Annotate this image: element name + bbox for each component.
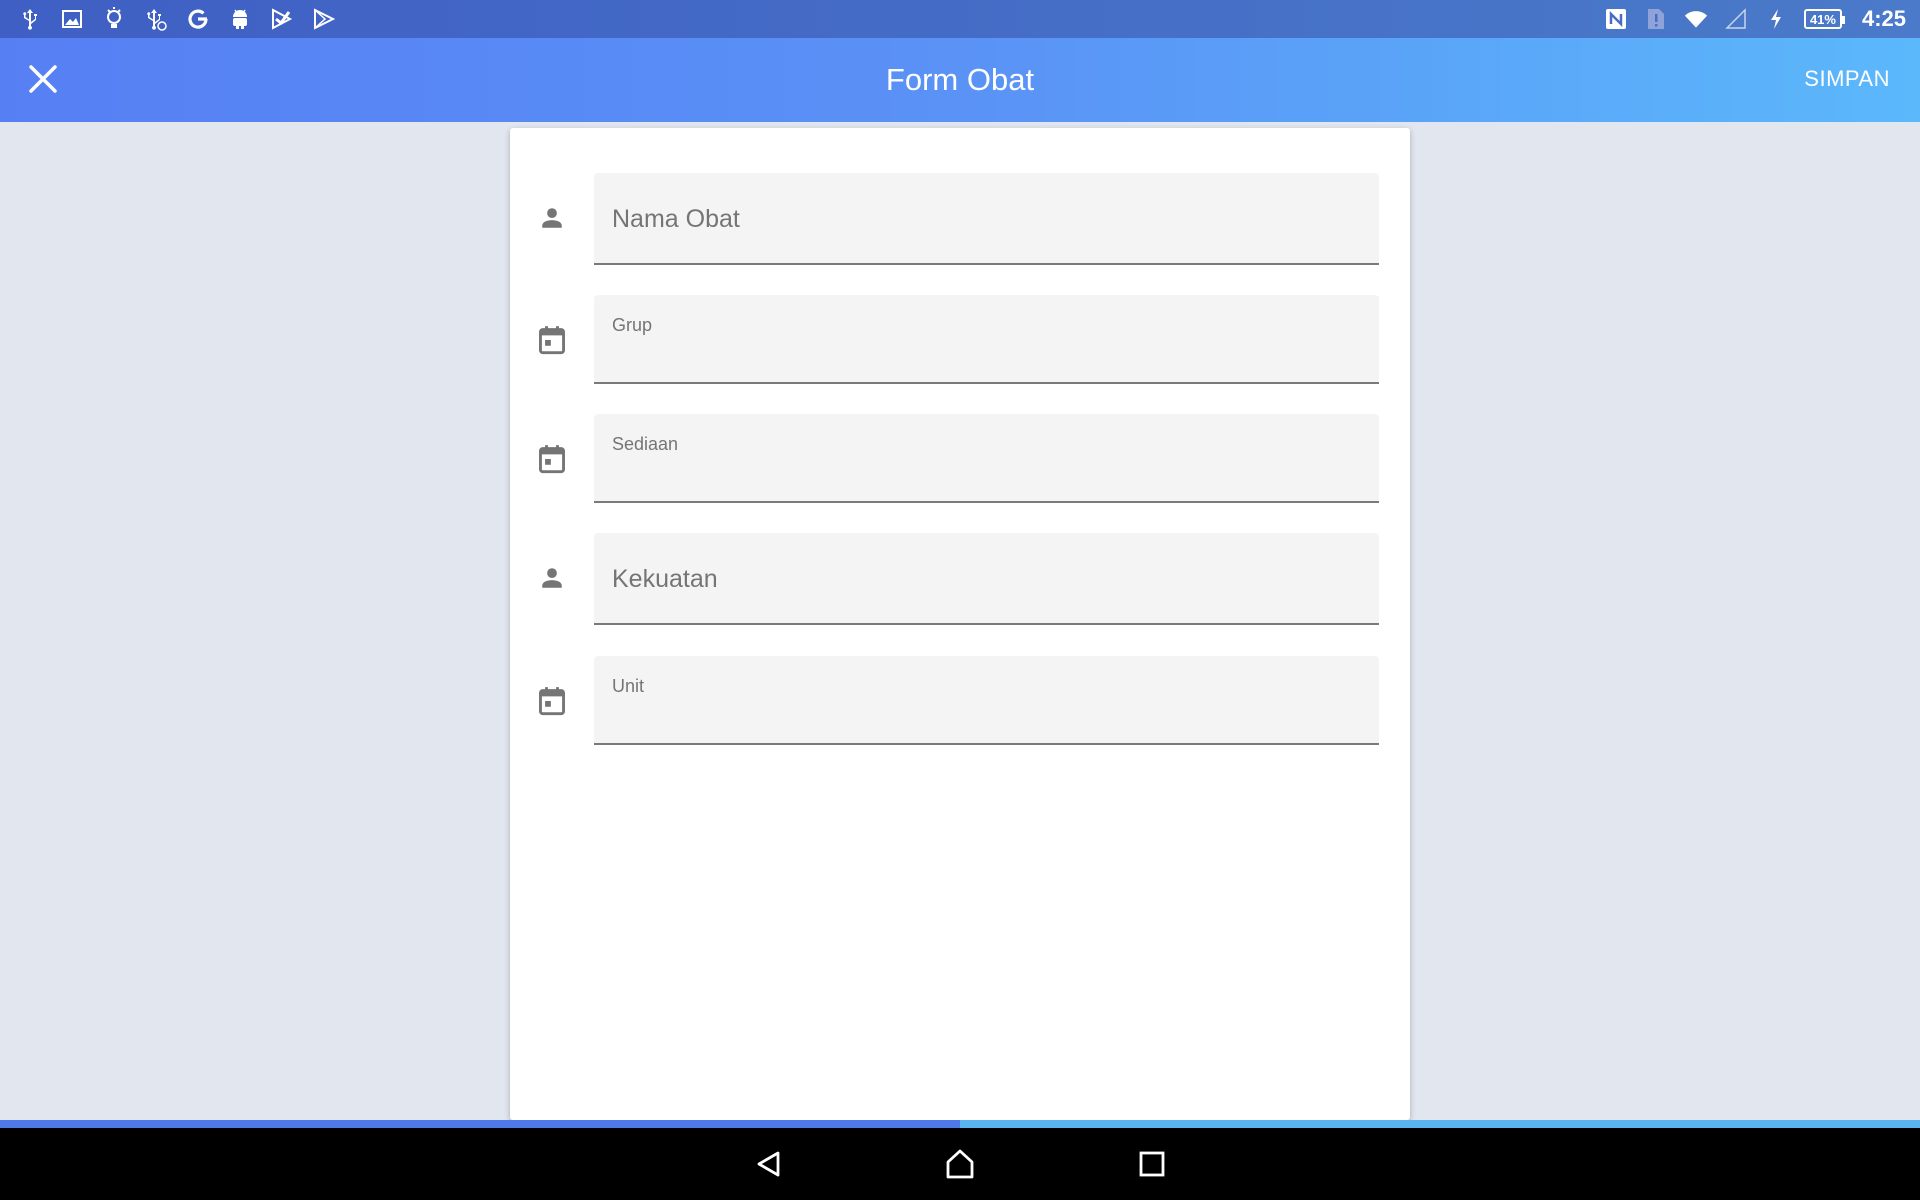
calendar-icon: [537, 325, 567, 355]
grup-label: Grup: [612, 315, 653, 335]
calendar-icon: [537, 444, 567, 474]
nfc-icon: [1604, 7, 1628, 31]
kekuatan-field[interactable]: Kekuatan: [594, 533, 1379, 625]
home-icon: [946, 1149, 974, 1179]
android-icon: [228, 7, 252, 31]
home-button[interactable]: [938, 1142, 982, 1186]
battery-percent: 41%: [1809, 11, 1836, 27]
unit-label: Unit: [612, 676, 645, 696]
status-bar: 41% 4:25: [0, 0, 1920, 38]
google-icon: [186, 7, 210, 31]
play-store-icon: [270, 7, 294, 31]
page-title: Form Obat: [885, 62, 1035, 97]
image-icon: [60, 7, 84, 31]
charging-icon: [1764, 7, 1788, 31]
field-row-grup: Grup: [510, 295, 1410, 384]
field-row-nama-obat: Nama Obat: [510, 173, 1410, 265]
back-button[interactable]: [747, 1142, 791, 1186]
usb-icon: [18, 7, 42, 31]
clock: 4:25: [1861, 6, 1906, 31]
signal-icon: [1724, 7, 1748, 31]
calendar-icon: [537, 686, 567, 716]
kekuatan-placeholder: Kekuatan: [612, 565, 718, 593]
recents-icon: [1139, 1151, 1165, 1177]
field-row-unit: Unit: [510, 656, 1410, 745]
unit-dropdown[interactable]: Unit: [594, 656, 1379, 745]
sim-alert-icon: [1644, 7, 1668, 31]
usb-debug-icon: [144, 7, 168, 31]
person-icon: [537, 203, 567, 233]
battery-icon: 41%: [1803, 9, 1845, 29]
recents-button[interactable]: [1130, 1142, 1174, 1186]
nama-obat-placeholder: Nama Obat: [612, 205, 740, 233]
play-icon: [312, 7, 336, 31]
system-icons: 41% 4:25: [1604, 6, 1920, 32]
wifi-icon: [1684, 7, 1708, 31]
progress-bar: [0, 1120, 1920, 1128]
field-row-kekuatan: Kekuatan: [510, 533, 1410, 625]
sediaan-dropdown[interactable]: Sediaan: [594, 414, 1379, 503]
nama-obat-field[interactable]: Nama Obat: [594, 173, 1379, 265]
navigation-bar: [0, 1128, 1920, 1200]
sediaan-label: Sediaan: [612, 434, 679, 454]
field-row-sediaan: Sediaan: [510, 414, 1410, 503]
back-icon: [757, 1151, 780, 1177]
grup-dropdown[interactable]: Grup: [594, 295, 1379, 384]
notification-icons: [0, 7, 336, 31]
form-card: Nama Obat Grup Sediaan Kekuatan Unit: [510, 128, 1410, 1120]
lightbulb-icon: [102, 7, 126, 31]
app-bar: Form Obat SIMPAN: [0, 38, 1920, 122]
save-button[interactable]: SIMPAN: [1804, 66, 1890, 92]
person-icon: [537, 563, 567, 593]
